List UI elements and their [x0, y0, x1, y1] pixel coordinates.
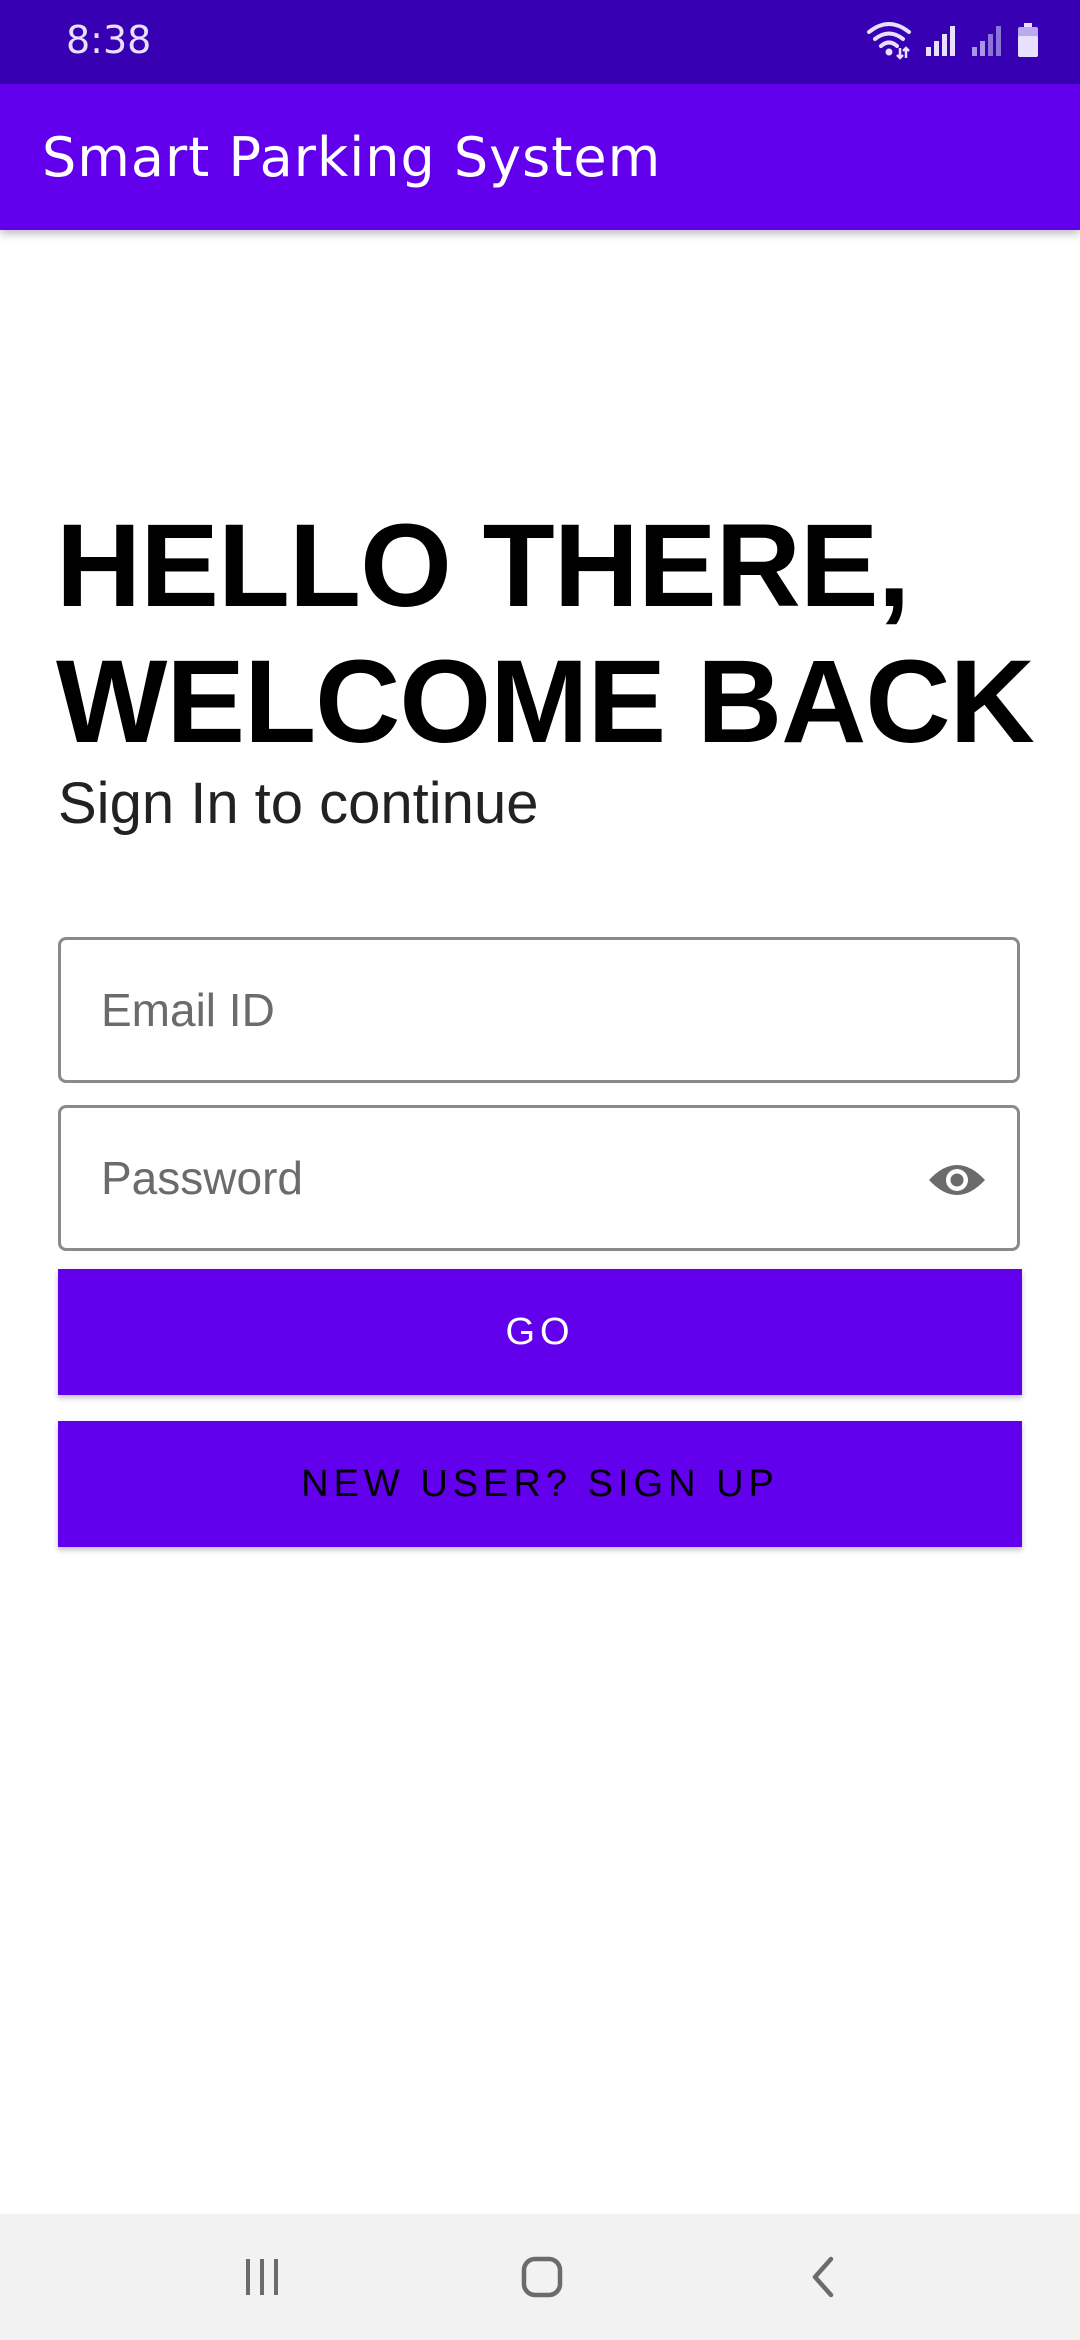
system-nav-bar	[0, 2214, 1080, 2340]
wifi-icon	[866, 20, 912, 65]
status-icons	[866, 20, 1040, 64]
status-bar: 8:38	[0, 0, 1080, 84]
home-icon[interactable]	[502, 2244, 582, 2310]
recents-icon[interactable]	[222, 2244, 302, 2310]
password-input[interactable]	[61, 1108, 1017, 1248]
password-field[interactable]	[58, 1105, 1020, 1251]
login-screen: 8:38 Smart Parking System HELLO THERE, W…	[0, 0, 1080, 2340]
welcome-headline: HELLO THERE, WELCOME BACK	[56, 498, 1056, 770]
sign-up-button[interactable]: NEW USER? SIGN UP	[58, 1421, 1022, 1547]
headline-line-1: HELLO THERE,	[56, 500, 910, 632]
eye-icon[interactable]	[925, 1148, 989, 1212]
sign-in-subtitle: Sign In to continue	[58, 771, 539, 836]
headline-line-2: WELCOME BACK	[56, 636, 1035, 768]
go-button[interactable]: GO	[58, 1269, 1022, 1395]
app-title: Smart Parking System	[42, 126, 662, 189]
status-time: 8:38	[66, 18, 152, 62]
battery-icon	[1016, 22, 1040, 63]
app-bar: Smart Parking System	[0, 84, 1080, 230]
back-icon[interactable]	[782, 2244, 862, 2310]
sign-up-button-label: NEW USER? SIGN UP	[301, 1462, 779, 1505]
email-input[interactable]	[61, 940, 1017, 1080]
go-button-label: GO	[505, 1310, 575, 1353]
email-field[interactable]	[58, 937, 1020, 1083]
signal-icon	[924, 23, 958, 62]
signal-icon	[970, 23, 1004, 62]
